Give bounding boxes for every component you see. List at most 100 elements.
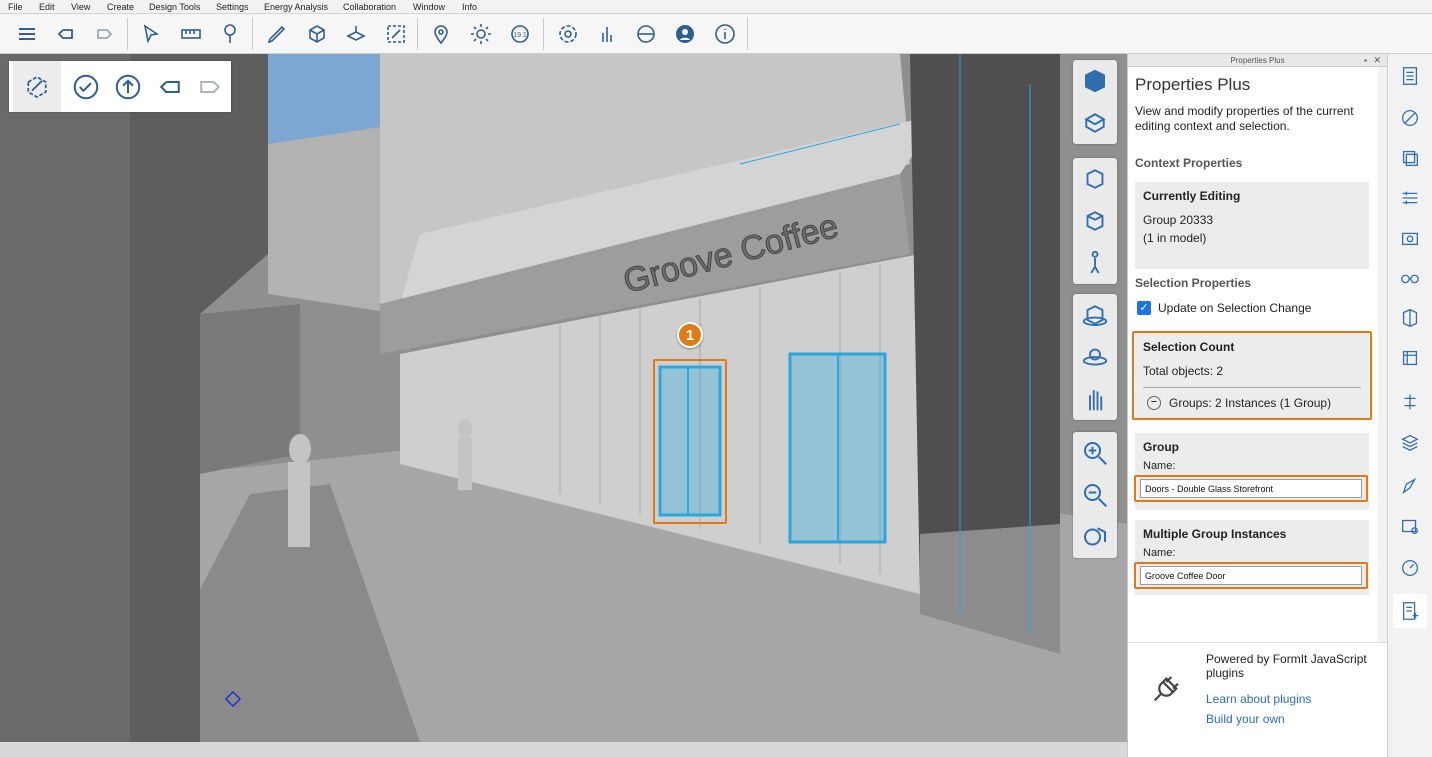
view-cube-icon[interactable]: [1073, 60, 1117, 102]
selection-properties-label: Selection Properties: [1135, 276, 1252, 290]
panel-float-icon[interactable]: ▪: [1364, 54, 1367, 67]
user-account-icon[interactable]: [670, 20, 700, 48]
menu-bar: File Edit View Create Design Tools Setti…: [0, 0, 1432, 14]
view-cube-group: [1073, 60, 1117, 144]
callout-badge-1: 1: [677, 322, 703, 348]
panel-footer: Powered by FormIt JavaScript plugins Lea…: [1128, 642, 1387, 757]
update-selection-checkbox-row[interactable]: ✓ Update on Selection Change: [1137, 301, 1311, 315]
content-library-icon[interactable]: [1396, 304, 1424, 332]
group-heading: Group: [1143, 440, 1179, 454]
up-level-icon[interactable]: [105, 61, 151, 112]
3d-viewport[interactable]: Groove Coffee 1: [0, 54, 1127, 742]
orbit-tools-group: [1073, 158, 1117, 284]
svg-text:19.1: 19.1: [513, 32, 527, 39]
finish-editing-check-icon[interactable]: [63, 61, 109, 112]
hand-gesture-icon[interactable]: [592, 20, 622, 48]
build-your-own-link[interactable]: Build your own: [1206, 712, 1285, 726]
status-bar: [0, 742, 1127, 757]
cube-primitive-icon[interactable]: [302, 20, 332, 48]
rendering-settings-icon[interactable]: 19.1: [505, 20, 535, 48]
turntable-icon[interactable]: [1073, 336, 1117, 378]
zoom-tools-group: [1073, 432, 1117, 558]
door-highlight-box: [653, 359, 727, 524]
render-settings-icon[interactable]: [1396, 512, 1424, 540]
pan-hand-icon[interactable]: [1073, 378, 1117, 420]
orbit-icon[interactable]: [1073, 158, 1117, 200]
info-icon[interactable]: [710, 20, 740, 48]
update-selection-label: Update on Selection Change: [1158, 301, 1312, 315]
walk-icon[interactable]: [1073, 242, 1117, 284]
group-context-icon[interactable]: [13, 61, 61, 112]
menu-design-tools[interactable]: Design Tools: [149, 2, 200, 12]
panel-titlebar: Properties Plus ▪ ✕: [1128, 54, 1387, 67]
sun-icon[interactable]: [466, 20, 496, 48]
powered-by-text: Powered by FormIt JavaScript plugins: [1206, 652, 1367, 680]
visual-styles-glasses-icon[interactable]: [1396, 264, 1424, 292]
panel-close-icon[interactable]: ✕: [1373, 54, 1381, 67]
forward-arrow-icon[interactable]: [187, 61, 233, 112]
layers-icon[interactable]: [1396, 144, 1424, 172]
group-tools-icon[interactable]: [381, 20, 411, 48]
editing-group-count: (1 in model): [1143, 231, 1207, 245]
measure-icon[interactable]: [176, 20, 206, 48]
main-toolbar: 19.1: [0, 14, 1432, 54]
street-scene-render: Groove Coffee: [0, 54, 1127, 742]
properties-plus-panel: Properties Plus ▪ ✕ Properties Plus View…: [1127, 54, 1387, 757]
group-name-label: Name:: [1143, 460, 1176, 472]
menu-settings[interactable]: Settings: [216, 2, 249, 12]
plugin-plug-icon: [1153, 676, 1179, 702]
editing-context-toolbar: [9, 61, 231, 112]
materials-icon[interactable]: [1396, 104, 1424, 132]
menu-create[interactable]: Create: [107, 2, 134, 12]
levels-icon[interactable]: [1396, 184, 1424, 212]
properties-plus-plugin-icon[interactable]: [1393, 594, 1427, 628]
zoom-window-icon[interactable]: [1073, 474, 1117, 516]
menu-edit[interactable]: Edit: [39, 2, 55, 12]
settings-gear-icon[interactable]: [553, 20, 583, 48]
menu-info[interactable]: Info: [462, 2, 477, 12]
modify-tools-icon[interactable]: [341, 20, 371, 48]
menu-energy-analysis[interactable]: Energy Analysis: [264, 2, 328, 12]
select-arrow-icon[interactable]: [136, 20, 166, 48]
undo-icon[interactable]: [51, 20, 81, 48]
plugin-sidebar: [1387, 54, 1432, 757]
look-around-icon[interactable]: [1073, 200, 1117, 242]
menu-file[interactable]: File: [8, 2, 23, 12]
panel-content: Properties Plus View and modify properti…: [1128, 67, 1387, 687]
groups-icon[interactable]: [1396, 344, 1424, 372]
home-view-icon[interactable]: [1073, 102, 1117, 144]
currently-editing-box: Currently Editing Group 20333 (1 in mode…: [1135, 182, 1369, 269]
stacks-icon[interactable]: [1396, 428, 1424, 456]
currently-editing-heading: Currently Editing: [1143, 189, 1241, 203]
location-pin-icon[interactable]: [426, 20, 456, 48]
multiple-instances-heading: Multiple Group Instances: [1143, 527, 1287, 541]
zoom-extents-icon[interactable]: [1073, 516, 1117, 558]
menu-view[interactable]: View: [71, 2, 90, 12]
draw-pencil-icon[interactable]: [262, 20, 292, 48]
pan-tools-group: [1073, 294, 1117, 420]
menu-window[interactable]: Window: [413, 2, 445, 12]
group-name-highlight: [1134, 475, 1368, 502]
panel-title: Properties Plus: [1135, 75, 1251, 94]
panel-window-title: Properties Plus: [1230, 56, 1285, 65]
update-selection-checkbox[interactable]: ✓: [1137, 301, 1151, 315]
panel-scrollbar[interactable]: [1378, 67, 1387, 642]
orbit-cube-icon[interactable]: [1073, 294, 1117, 336]
sketch-tools-icon[interactable]: [1396, 472, 1424, 500]
layers-menu-icon[interactable]: [12, 20, 42, 48]
selection-count-highlight: [1132, 331, 1372, 420]
paint-icon[interactable]: [215, 20, 245, 48]
redo-icon[interactable]: [89, 20, 119, 48]
hierarchy-icon[interactable]: [1396, 388, 1424, 416]
learn-plugins-link[interactable]: Learn about plugins: [1206, 692, 1311, 706]
collaboration-globe-icon[interactable]: [631, 20, 661, 48]
properties-list-icon[interactable]: [1396, 62, 1424, 90]
instance-name-highlight: [1134, 562, 1368, 589]
editing-group-name: Group 20333: [1143, 213, 1214, 227]
zoom-in-icon[interactable]: [1073, 432, 1117, 474]
instance-name-label: Name:: [1143, 547, 1176, 559]
dashboard-gauge-icon[interactable]: [1396, 554, 1424, 582]
menu-collaboration[interactable]: Collaboration: [343, 2, 396, 12]
context-properties-label: Context Properties: [1135, 156, 1243, 170]
scenes-camera-icon[interactable]: [1396, 224, 1424, 252]
